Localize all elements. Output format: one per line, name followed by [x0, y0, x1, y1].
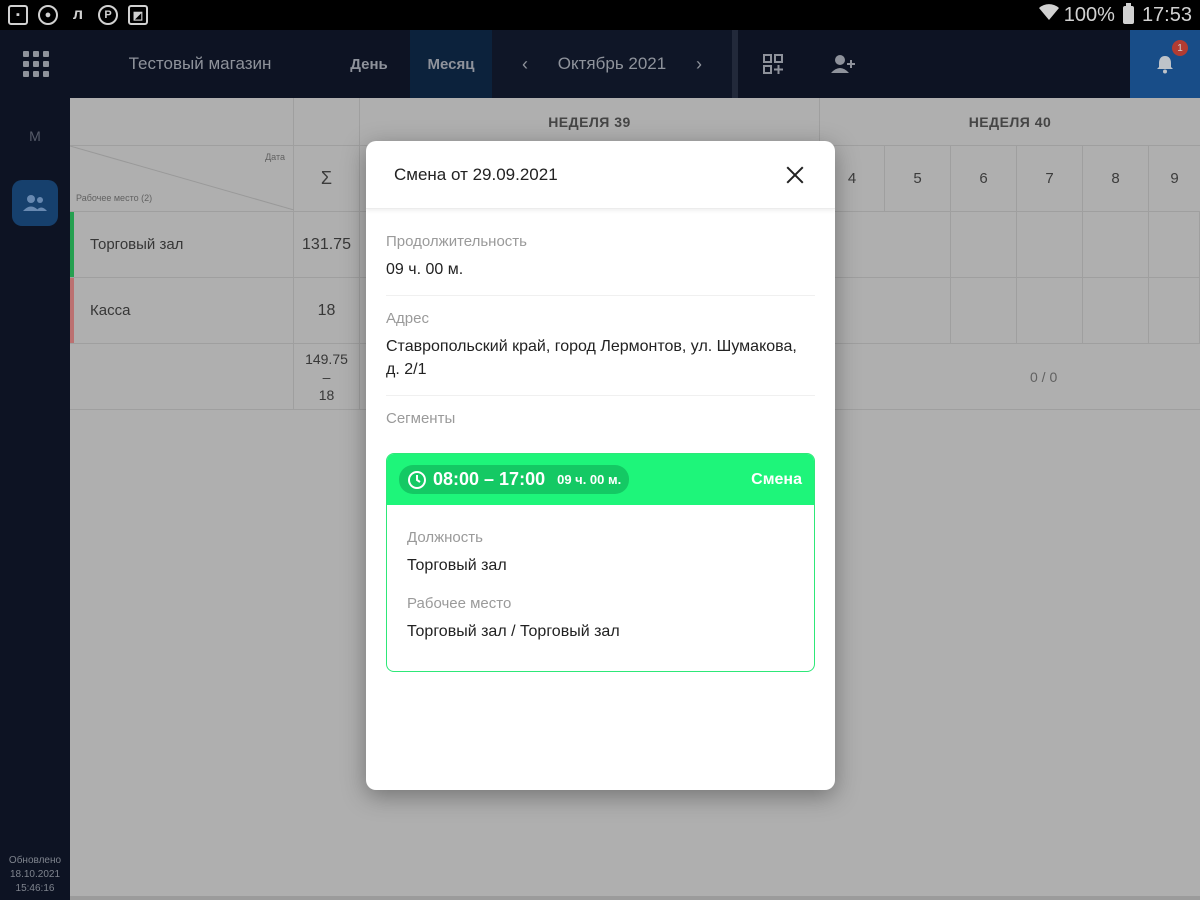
duration-value: 09 ч. 00 м. — [386, 261, 464, 278]
segments-label: Сегменты — [386, 410, 456, 427]
position-label: Должность — [407, 529, 483, 546]
duration-label: Продолжительность — [386, 233, 527, 250]
address-label: Адрес — [386, 310, 429, 327]
segment-header: 08:00 – 17:00 09 ч. 00 м. Смена — [387, 454, 814, 505]
segment-duration: 09 ч. 00 м. — [557, 472, 622, 487]
segments-field: Сегменты — [386, 410, 815, 441]
segment-body: Должность Торговый зал Рабочее место Тор… — [387, 505, 814, 671]
segment-card[interactable]: 08:00 – 17:00 09 ч. 00 м. Смена Должност… — [386, 453, 815, 672]
close-icon[interactable] — [783, 163, 807, 187]
duration-field: Продолжительность 09 ч. 00 м. — [386, 233, 815, 296]
clock-icon — [408, 470, 426, 489]
dialog-title: Смена от 29.09.2021 — [394, 164, 558, 184]
position-value: Торговый зал — [407, 557, 507, 574]
address-value: Ставропольский край, город Лермонтов, ул… — [386, 338, 797, 378]
segment-time-pill: 08:00 – 17:00 09 ч. 00 м. — [399, 465, 630, 494]
shift-details-dialog: Смена от 29.09.2021 Продолжительность 09… — [366, 141, 835, 790]
address-field: Адрес Ставропольский край, город Лермонт… — [386, 310, 815, 396]
dialog-header: Смена от 29.09.2021 — [366, 141, 835, 209]
segment-type: Смена — [751, 470, 802, 488]
dialog-body: Продолжительность 09 ч. 00 м. Адрес Став… — [366, 209, 835, 672]
workplace-value: Торговый зал / Торговый зал — [407, 623, 620, 640]
workplace-label: Рабочее место — [407, 595, 512, 612]
segment-time: 08:00 – 17:00 — [433, 469, 546, 489]
